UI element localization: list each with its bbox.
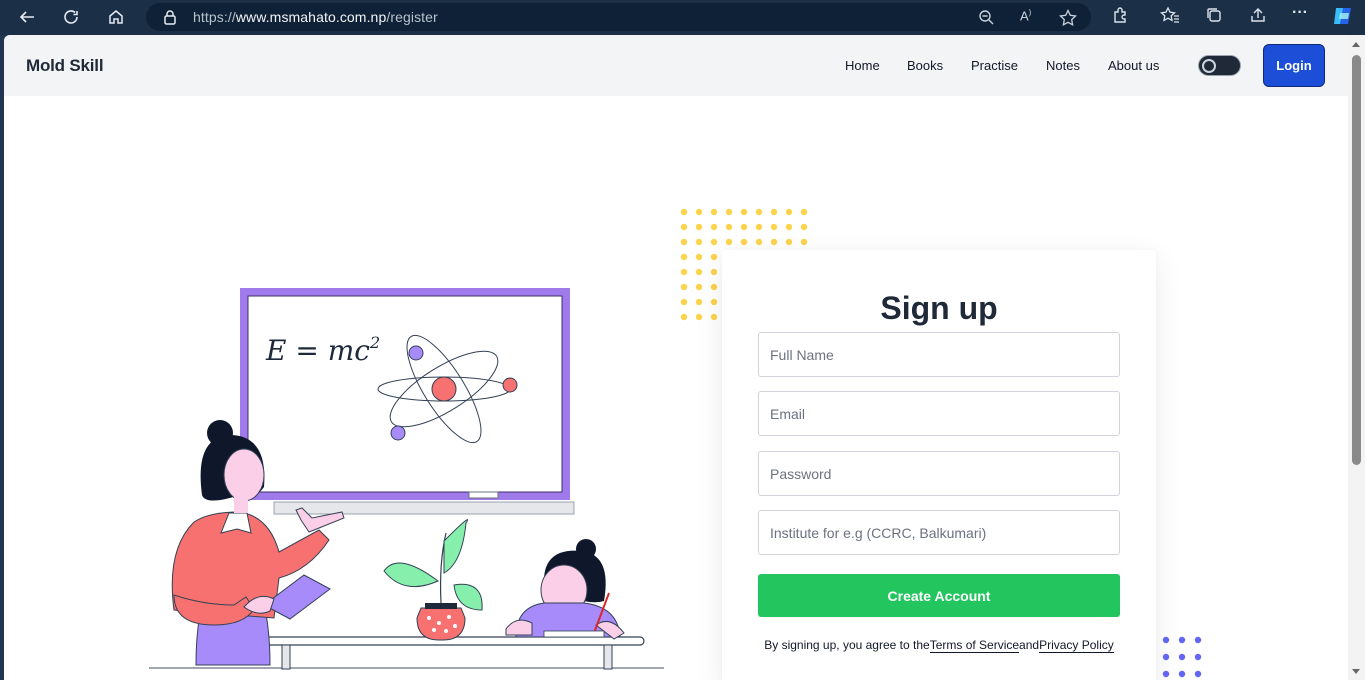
page-scrollbar[interactable] (1348, 35, 1365, 680)
terms-prefix: By signing up, you agree to the (764, 638, 930, 652)
decorative-dot (755, 208, 763, 216)
decorative-dot (695, 223, 703, 231)
copilot-icon[interactable] (1331, 4, 1355, 33)
decorative-dot (725, 208, 733, 216)
signup-card: Sign up Create Account By signing up, yo… (722, 250, 1156, 680)
decorative-dot (1178, 653, 1186, 661)
more-menu-icon[interactable]: ··· (1292, 4, 1308, 22)
decorative-dot (800, 208, 808, 216)
decorative-dot (755, 223, 763, 231)
extensions-icon[interactable] (1111, 6, 1129, 29)
decorative-dot (695, 268, 703, 276)
decorative-dot (695, 238, 703, 246)
url-text: https://www.msmahato.com.np/register (193, 9, 438, 25)
board-formula: E = mc2 (265, 333, 380, 367)
terms-notice: By signing up, you agree to theTerms of … (762, 636, 1116, 654)
decorative-dot (695, 313, 703, 321)
nav-notes[interactable]: Notes (1046, 58, 1080, 73)
nav-books[interactable]: Books (907, 58, 943, 73)
refresh-icon[interactable] (58, 5, 84, 29)
zoom-out-icon[interactable] (978, 9, 995, 31)
decorative-dot (785, 223, 793, 231)
address-bar[interactable]: https://www.msmahato.com.np/register A) (146, 3, 1091, 31)
full-name-input[interactable] (758, 332, 1120, 377)
collections-icon[interactable] (1205, 6, 1223, 29)
create-account-button[interactable]: Create Account (758, 574, 1120, 617)
decorative-dot (680, 268, 688, 276)
decorative-dot (710, 283, 718, 291)
decorative-dot (770, 208, 778, 216)
decorative-dot (710, 313, 718, 321)
nav-practise[interactable]: Practise (971, 58, 1018, 73)
decorative-dot (710, 223, 718, 231)
theme-toggle[interactable] (1198, 55, 1241, 76)
decorative-dot (770, 223, 778, 231)
decorative-dot (1194, 636, 1202, 644)
decorative-dot (725, 223, 733, 231)
nav-about-us[interactable]: About us (1108, 58, 1159, 73)
decorative-dot (785, 238, 793, 246)
favorite-star-icon[interactable] (1059, 8, 1077, 31)
decorative-dot (695, 253, 703, 261)
browser-toolbar: https://www.msmahato.com.np/register A) … (0, 0, 1365, 35)
decorative-dot (800, 238, 808, 246)
brand-logo[interactable]: Mold Skill (26, 56, 104, 76)
decorative-dot (710, 238, 718, 246)
decorative-dot (695, 283, 703, 291)
decorative-dot (725, 238, 733, 246)
privacy-policy-link[interactable]: Privacy Policy (1039, 638, 1114, 653)
terms-and: and (1019, 638, 1040, 652)
email-input[interactable] (758, 391, 1120, 436)
lock-icon[interactable] (163, 9, 177, 30)
url-host: www.msmahato.com.np (235, 9, 387, 25)
decorative-dot (1178, 670, 1186, 678)
decorative-dot (785, 208, 793, 216)
share-icon[interactable] (1249, 6, 1267, 29)
decorative-dot (740, 223, 748, 231)
decorative-dot (680, 238, 688, 246)
favorites-icon[interactable] (1160, 6, 1180, 29)
decorative-dot (695, 208, 703, 216)
decorative-dot (1162, 636, 1170, 644)
nav-home[interactable]: Home (845, 58, 880, 73)
decorative-dot (680, 208, 688, 216)
signup-title: Sign up (880, 290, 998, 326)
decorative-dot (680, 253, 688, 261)
decorative-dot (1194, 653, 1202, 661)
decorative-dot (710, 298, 718, 306)
url-path: /register (386, 9, 438, 25)
decorative-dot (770, 238, 778, 246)
scroll-up-arrow-icon[interactable] (1352, 42, 1360, 47)
sun-icon (1202, 59, 1216, 73)
decorative-dot (695, 298, 703, 306)
decorative-dot (740, 238, 748, 246)
institute-input[interactable] (758, 510, 1120, 555)
decorative-dots-blue (1162, 636, 1202, 678)
scrollbar-thumb[interactable] (1352, 55, 1361, 465)
decorative-dot (710, 268, 718, 276)
url-scheme: https:// (193, 9, 236, 25)
decorative-dot (1178, 636, 1186, 644)
decorative-dot (1194, 670, 1202, 678)
read-aloud-icon[interactable]: A) (1020, 8, 1031, 23)
decorative-dot (755, 238, 763, 246)
decorative-dot (1162, 653, 1170, 661)
decorative-dot (710, 253, 718, 261)
decorative-dot (680, 223, 688, 231)
teacher-illustration: E = mc2 (149, 288, 664, 670)
decorative-dot (710, 208, 718, 216)
site-header: Mold Skill Home Books Practise Notes Abo… (4, 35, 1348, 96)
decorative-dot (800, 223, 808, 231)
decorative-dot (1162, 670, 1170, 678)
password-input[interactable] (758, 451, 1120, 496)
terms-of-service-link[interactable]: Terms of Service (929, 638, 1020, 653)
back-arrow-icon[interactable] (14, 5, 40, 29)
login-button[interactable]: Login (1263, 44, 1325, 87)
home-icon[interactable] (103, 5, 129, 29)
scroll-down-arrow-icon[interactable] (1352, 669, 1360, 674)
page-viewport: Mold Skill Home Books Practise Notes Abo… (4, 35, 1348, 680)
decorative-dot (740, 208, 748, 216)
